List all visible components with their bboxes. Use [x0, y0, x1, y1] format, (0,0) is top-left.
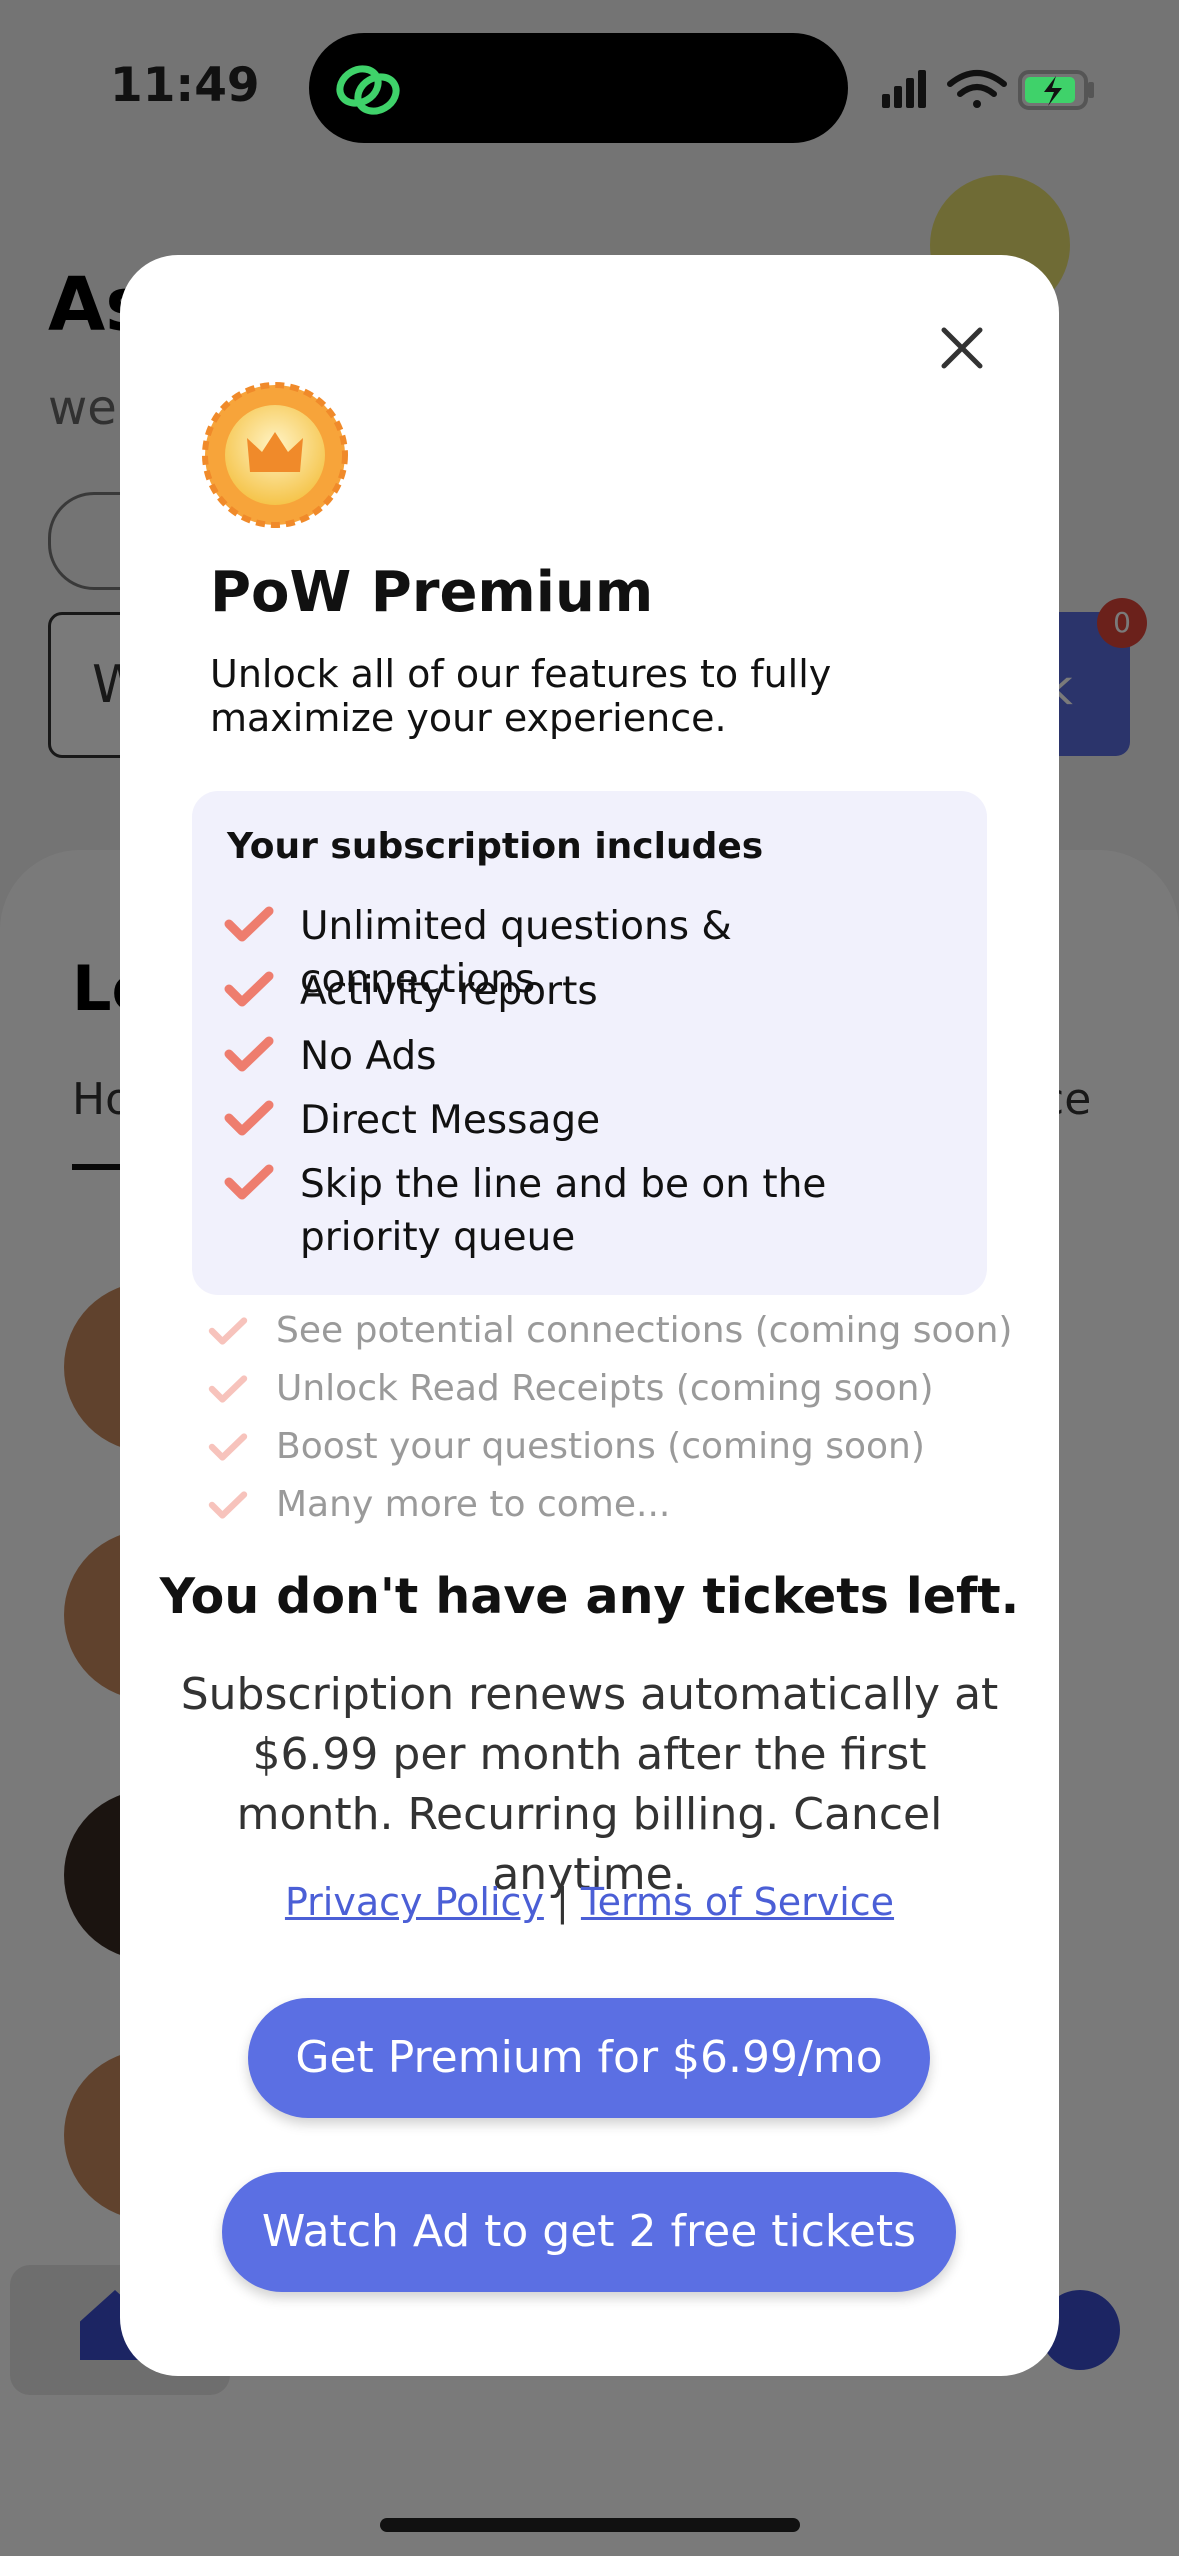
coming-soon-item: Boost your questions (coming soon) — [208, 1426, 925, 1467]
coming-soon-label: Unlock Read Receipts (coming soon) — [276, 1368, 934, 1409]
legal-links: Privacy Policy | Terms of Service — [120, 1880, 1059, 1924]
terms-of-service-link[interactable]: Terms of Service — [581, 1880, 894, 1924]
coming-soon-item: Unlock Read Receipts (coming soon) — [208, 1368, 934, 1409]
link-separator: | — [556, 1880, 569, 1924]
home-indicator[interactable] — [380, 2518, 800, 2532]
modal-title: PoW Premium — [210, 560, 654, 625]
check-icon — [208, 1432, 248, 1461]
close-icon[interactable] — [932, 318, 992, 378]
watch-ad-button[interactable]: Watch Ad to get 2 free tickets — [222, 2172, 956, 2292]
signal-icon — [882, 70, 926, 108]
wifi-icon — [947, 70, 1007, 108]
check-icon — [224, 906, 274, 942]
check-icon — [208, 1374, 248, 1403]
link-logo-icon — [336, 65, 400, 115]
feature-label: Activity reports — [300, 969, 598, 1014]
coming-soon-label: Boost your questions (coming soon) — [276, 1426, 925, 1467]
status-time: 11:49 — [110, 58, 260, 113]
tickets-message: You don't have any tickets left. — [159, 1568, 1020, 1625]
get-premium-button[interactable]: Get Premium for $6.99/mo — [248, 1998, 930, 2118]
status-icons — [882, 70, 1094, 110]
coming-soon-label: Many more to come... — [276, 1484, 671, 1525]
crown-medal-icon — [202, 382, 348, 528]
battery-icon — [1018, 70, 1094, 110]
check-icon — [224, 971, 274, 1007]
feature-item: No Ads — [224, 1030, 950, 1083]
check-icon — [224, 1164, 274, 1200]
check-icon — [208, 1316, 248, 1345]
coming-soon-label: See potential connections (coming soon) — [276, 1310, 1013, 1351]
modal-description: Unlock all of our features to fully maxi… — [210, 652, 832, 740]
check-icon — [224, 1100, 274, 1136]
feature-item: Skip the line and be on the priority que… — [224, 1158, 950, 1264]
coming-soon-item: See potential connections (coming soon) — [208, 1310, 1012, 1351]
privacy-policy-link[interactable]: Privacy Policy — [285, 1880, 544, 1924]
feature-label: No Ads — [300, 1034, 437, 1079]
check-icon — [224, 1036, 274, 1072]
features-heading: Your subscription includes — [227, 826, 764, 867]
renewal-text: Subscription renews automatically at $6.… — [180, 1669, 999, 1900]
feature-label: Direct Message — [300, 1098, 601, 1143]
feature-item: Activity reports — [224, 965, 950, 1018]
check-icon — [208, 1490, 248, 1519]
feature-label: Skip the line and be on the priority que… — [300, 1162, 827, 1260]
coming-soon-item: Many more to come... — [208, 1484, 670, 1525]
feature-item: Direct Message — [224, 1094, 950, 1147]
